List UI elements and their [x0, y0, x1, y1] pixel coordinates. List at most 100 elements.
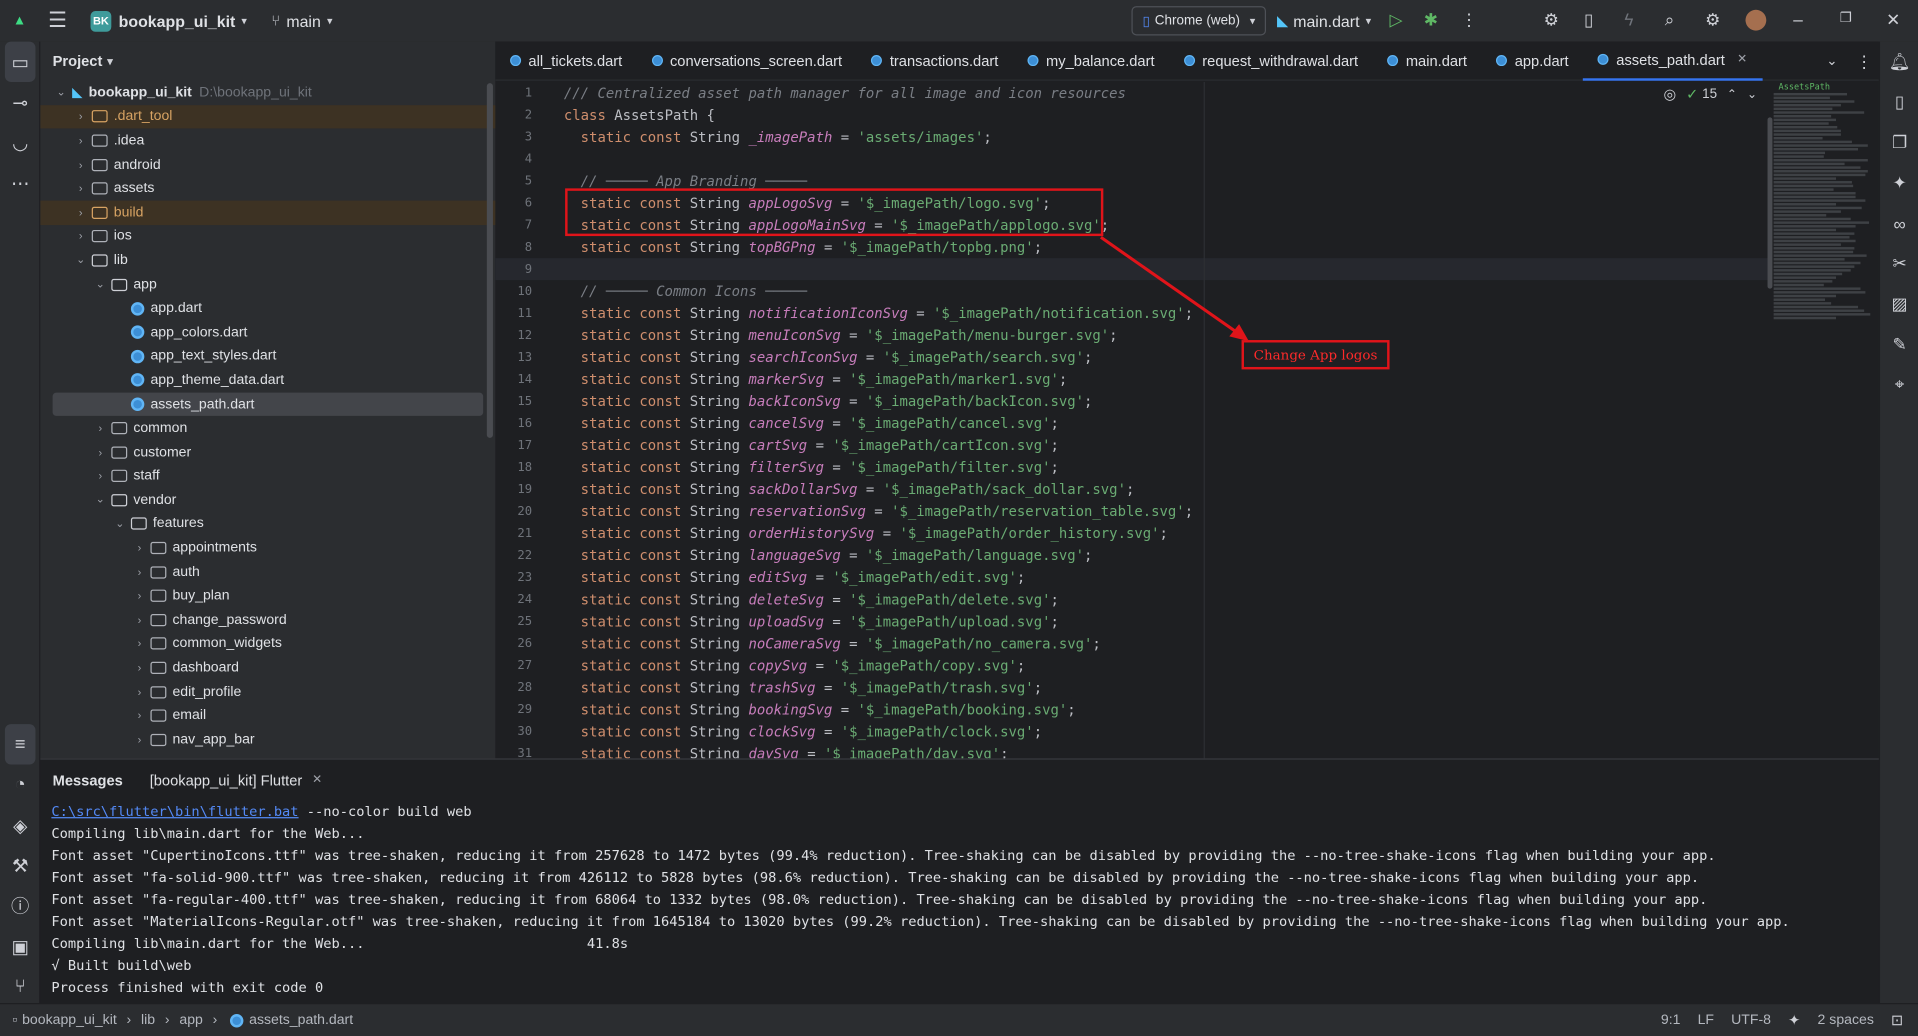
- project-scrollbar[interactable]: [487, 83, 493, 438]
- close-icon[interactable]: ✕: [312, 773, 322, 786]
- breadcrumb-item[interactable]: app: [179, 1013, 202, 1028]
- tree-item[interactable]: ⌄ lib: [40, 249, 495, 273]
- tree-item[interactable]: › auth: [40, 560, 495, 584]
- tree-item[interactable]: ⌄ ◣ bookapp_ui_kit D:\bookapp_ui_kit: [40, 81, 495, 105]
- tab-all-tickets[interactable]: all_tickets.dart: [495, 41, 637, 80]
- run-icon[interactable]: ▷: [1390, 10, 1403, 31]
- tab-assets-path[interactable]: assets_path.dart ✕: [1583, 41, 1762, 80]
- tab-flutter-build[interactable]: [bookapp_ui_kit] Flutter ✕: [135, 771, 337, 788]
- tab-app[interactable]: app.dart: [1482, 41, 1584, 80]
- user-avatar[interactable]: [1746, 10, 1767, 31]
- tree-item[interactable]: › common_widgets: [40, 632, 495, 656]
- messages-output[interactable]: C:\src\flutter\bin\flutter.bat --no-colo…: [40, 800, 1878, 998]
- build-icon[interactable]: ⚒: [0, 845, 40, 885]
- ai-assistant-icon[interactable]: ✦: [1880, 163, 1918, 203]
- device-mirroring-icon[interactable]: ▯: [1880, 82, 1918, 122]
- editor-scrollbar[interactable]: [1768, 117, 1773, 288]
- tree-item[interactable]: › staff: [40, 464, 495, 488]
- git-icon[interactable]: ⑂: [0, 966, 40, 1006]
- code-editor[interactable]: 1 /// Centralized asset path manager for …: [495, 82, 1767, 758]
- device-explorer-icon[interactable]: ❐: [1880, 122, 1918, 162]
- tree-item[interactable]: app_text_styles.dart: [40, 344, 495, 368]
- tree-item[interactable]: › appointments: [40, 536, 495, 560]
- tree-item[interactable]: › assets: [40, 177, 495, 201]
- lock-icon[interactable]: ⊡: [1891, 1012, 1903, 1029]
- tree-item[interactable]: ⌄ features: [40, 512, 495, 536]
- close-window-icon[interactable]: ✕: [1886, 10, 1900, 31]
- device-selector[interactable]: ▯ Chrome (web) ▾: [1131, 6, 1266, 35]
- tree-item[interactable]: app_colors.dart: [40, 320, 495, 344]
- chevron-up-icon[interactable]: ⌃: [1727, 87, 1737, 100]
- problems-icon[interactable]: ⓘ: [0, 886, 40, 926]
- tree-item[interactable]: › dashboard: [40, 656, 495, 680]
- tree-item[interactable]: › nav_app_bar: [40, 728, 495, 752]
- debug-icon[interactable]: ✱: [1424, 10, 1438, 31]
- project-panel-header[interactable]: Project ▾: [40, 42, 495, 81]
- flutter-inspector-icon[interactable]: ⚙: [1544, 10, 1559, 31]
- tree-item[interactable]: › ios: [40, 225, 495, 249]
- tree-item[interactable]: › build: [40, 201, 495, 225]
- flutter-performance-icon[interactable]: ◔: [0, 765, 40, 805]
- tree-item[interactable]: › email: [40, 704, 495, 728]
- tree-item[interactable]: › customer: [40, 440, 495, 464]
- line-separator[interactable]: LF: [1698, 1013, 1714, 1028]
- branch-switcher[interactable]: ⑂ main ▾: [271, 12, 332, 30]
- pen-icon[interactable]: ✎: [1880, 324, 1918, 364]
- tree-item[interactable]: assets_path.dart: [53, 392, 484, 416]
- more-actions-icon[interactable]: ⋮: [1461, 10, 1478, 31]
- image-icon[interactable]: ▨: [1880, 284, 1918, 324]
- tree-item[interactable]: › edit_profile: [40, 680, 495, 704]
- run-config-selector[interactable]: ◣ main.dart ▾: [1277, 12, 1371, 30]
- tab-main[interactable]: main.dart: [1373, 41, 1482, 80]
- tree-item[interactable]: ⌄ vendor: [40, 488, 495, 512]
- cursor-position[interactable]: 9:1: [1661, 1013, 1681, 1028]
- tree-item[interactable]: › buy_plan: [40, 584, 495, 608]
- problems-indicator[interactable]: ✓ 15: [1686, 86, 1717, 103]
- minimap[interactable]: AssetsPath: [1774, 82, 1879, 510]
- tab-transactions[interactable]: transactions.dart: [857, 41, 1013, 80]
- pull-requests-icon[interactable]: ◡: [0, 122, 40, 162]
- project-switcher[interactable]: BK bookapp_ui_kit ▾: [91, 10, 247, 31]
- more-tools-icon[interactable]: ⋯: [0, 163, 40, 203]
- commit-icon[interactable]: ⊸: [0, 82, 40, 122]
- breadcrumb-item[interactable]: assets_path.dart: [249, 1013, 353, 1028]
- tabs-more-icon[interactable]: ⋮: [1856, 51, 1873, 72]
- minimize-icon[interactable]: –: [1793, 10, 1803, 30]
- reader-mode-icon[interactable]: ◎: [1664, 86, 1677, 103]
- hot-reload-icon[interactable]: ϟ: [1624, 10, 1633, 30]
- main-menu-icon[interactable]: ☰: [39, 9, 76, 33]
- structure-icon[interactable]: ≡: [5, 724, 36, 764]
- flutter-bat-link[interactable]: C:\src\flutter\bin\flutter.bat: [51, 803, 298, 819]
- notifications-icon[interactable]: 🔔︎: [1880, 42, 1918, 82]
- project-view-icon[interactable]: ▭: [5, 42, 36, 82]
- link-icon[interactable]: ∞: [1880, 203, 1918, 243]
- terminal-icon[interactable]: ▣: [0, 926, 40, 966]
- tab-my-balance[interactable]: my_balance.dart: [1013, 41, 1169, 80]
- tree-item[interactable]: app_theme_data.dart: [40, 368, 495, 392]
- tab-conversations-screen[interactable]: conversations_screen.dart: [637, 41, 857, 80]
- tree-item[interactable]: › common: [40, 416, 495, 440]
- inspect-icon[interactable]: ⌖: [1880, 365, 1918, 405]
- tools-icon[interactable]: ✂: [1880, 243, 1918, 283]
- ai-status-icon[interactable]: ✦: [1788, 1012, 1800, 1029]
- tree-item[interactable]: › android: [40, 153, 495, 177]
- indent-setting[interactable]: 2 spaces: [1818, 1013, 1874, 1028]
- breadcrumb-item[interactable]: bookapp_ui_kit: [22, 1013, 117, 1028]
- tree-item[interactable]: › .idea: [40, 129, 495, 153]
- devtools-icon[interactable]: ◈: [0, 805, 40, 845]
- tree-item[interactable]: ⌄ app: [40, 272, 495, 296]
- tab-messages[interactable]: Messages: [40, 771, 135, 788]
- search-icon[interactable]: ⌕: [1665, 10, 1675, 31]
- tree-item[interactable]: › .dart_tool: [40, 105, 495, 129]
- chevron-down-icon[interactable]: ⌄: [1747, 87, 1757, 100]
- close-icon[interactable]: ✕: [1737, 53, 1747, 66]
- tree-item[interactable]: › change_password: [40, 608, 495, 632]
- tab-request-withdrawal[interactable]: request_withdrawal.dart: [1169, 41, 1373, 80]
- device-manager-icon[interactable]: ▯: [1584, 10, 1593, 31]
- breadcrumb-item[interactable]: lib: [141, 1013, 155, 1028]
- settings-gear-icon[interactable]: ⚙: [1705, 10, 1720, 31]
- file-encoding[interactable]: UTF-8: [1731, 1013, 1771, 1028]
- restore-window-icon[interactable]: ❐: [1840, 10, 1852, 26]
- tabs-dropdown-icon[interactable]: ⌄: [1826, 53, 1837, 69]
- tree-item[interactable]: app.dart: [40, 296, 495, 320]
